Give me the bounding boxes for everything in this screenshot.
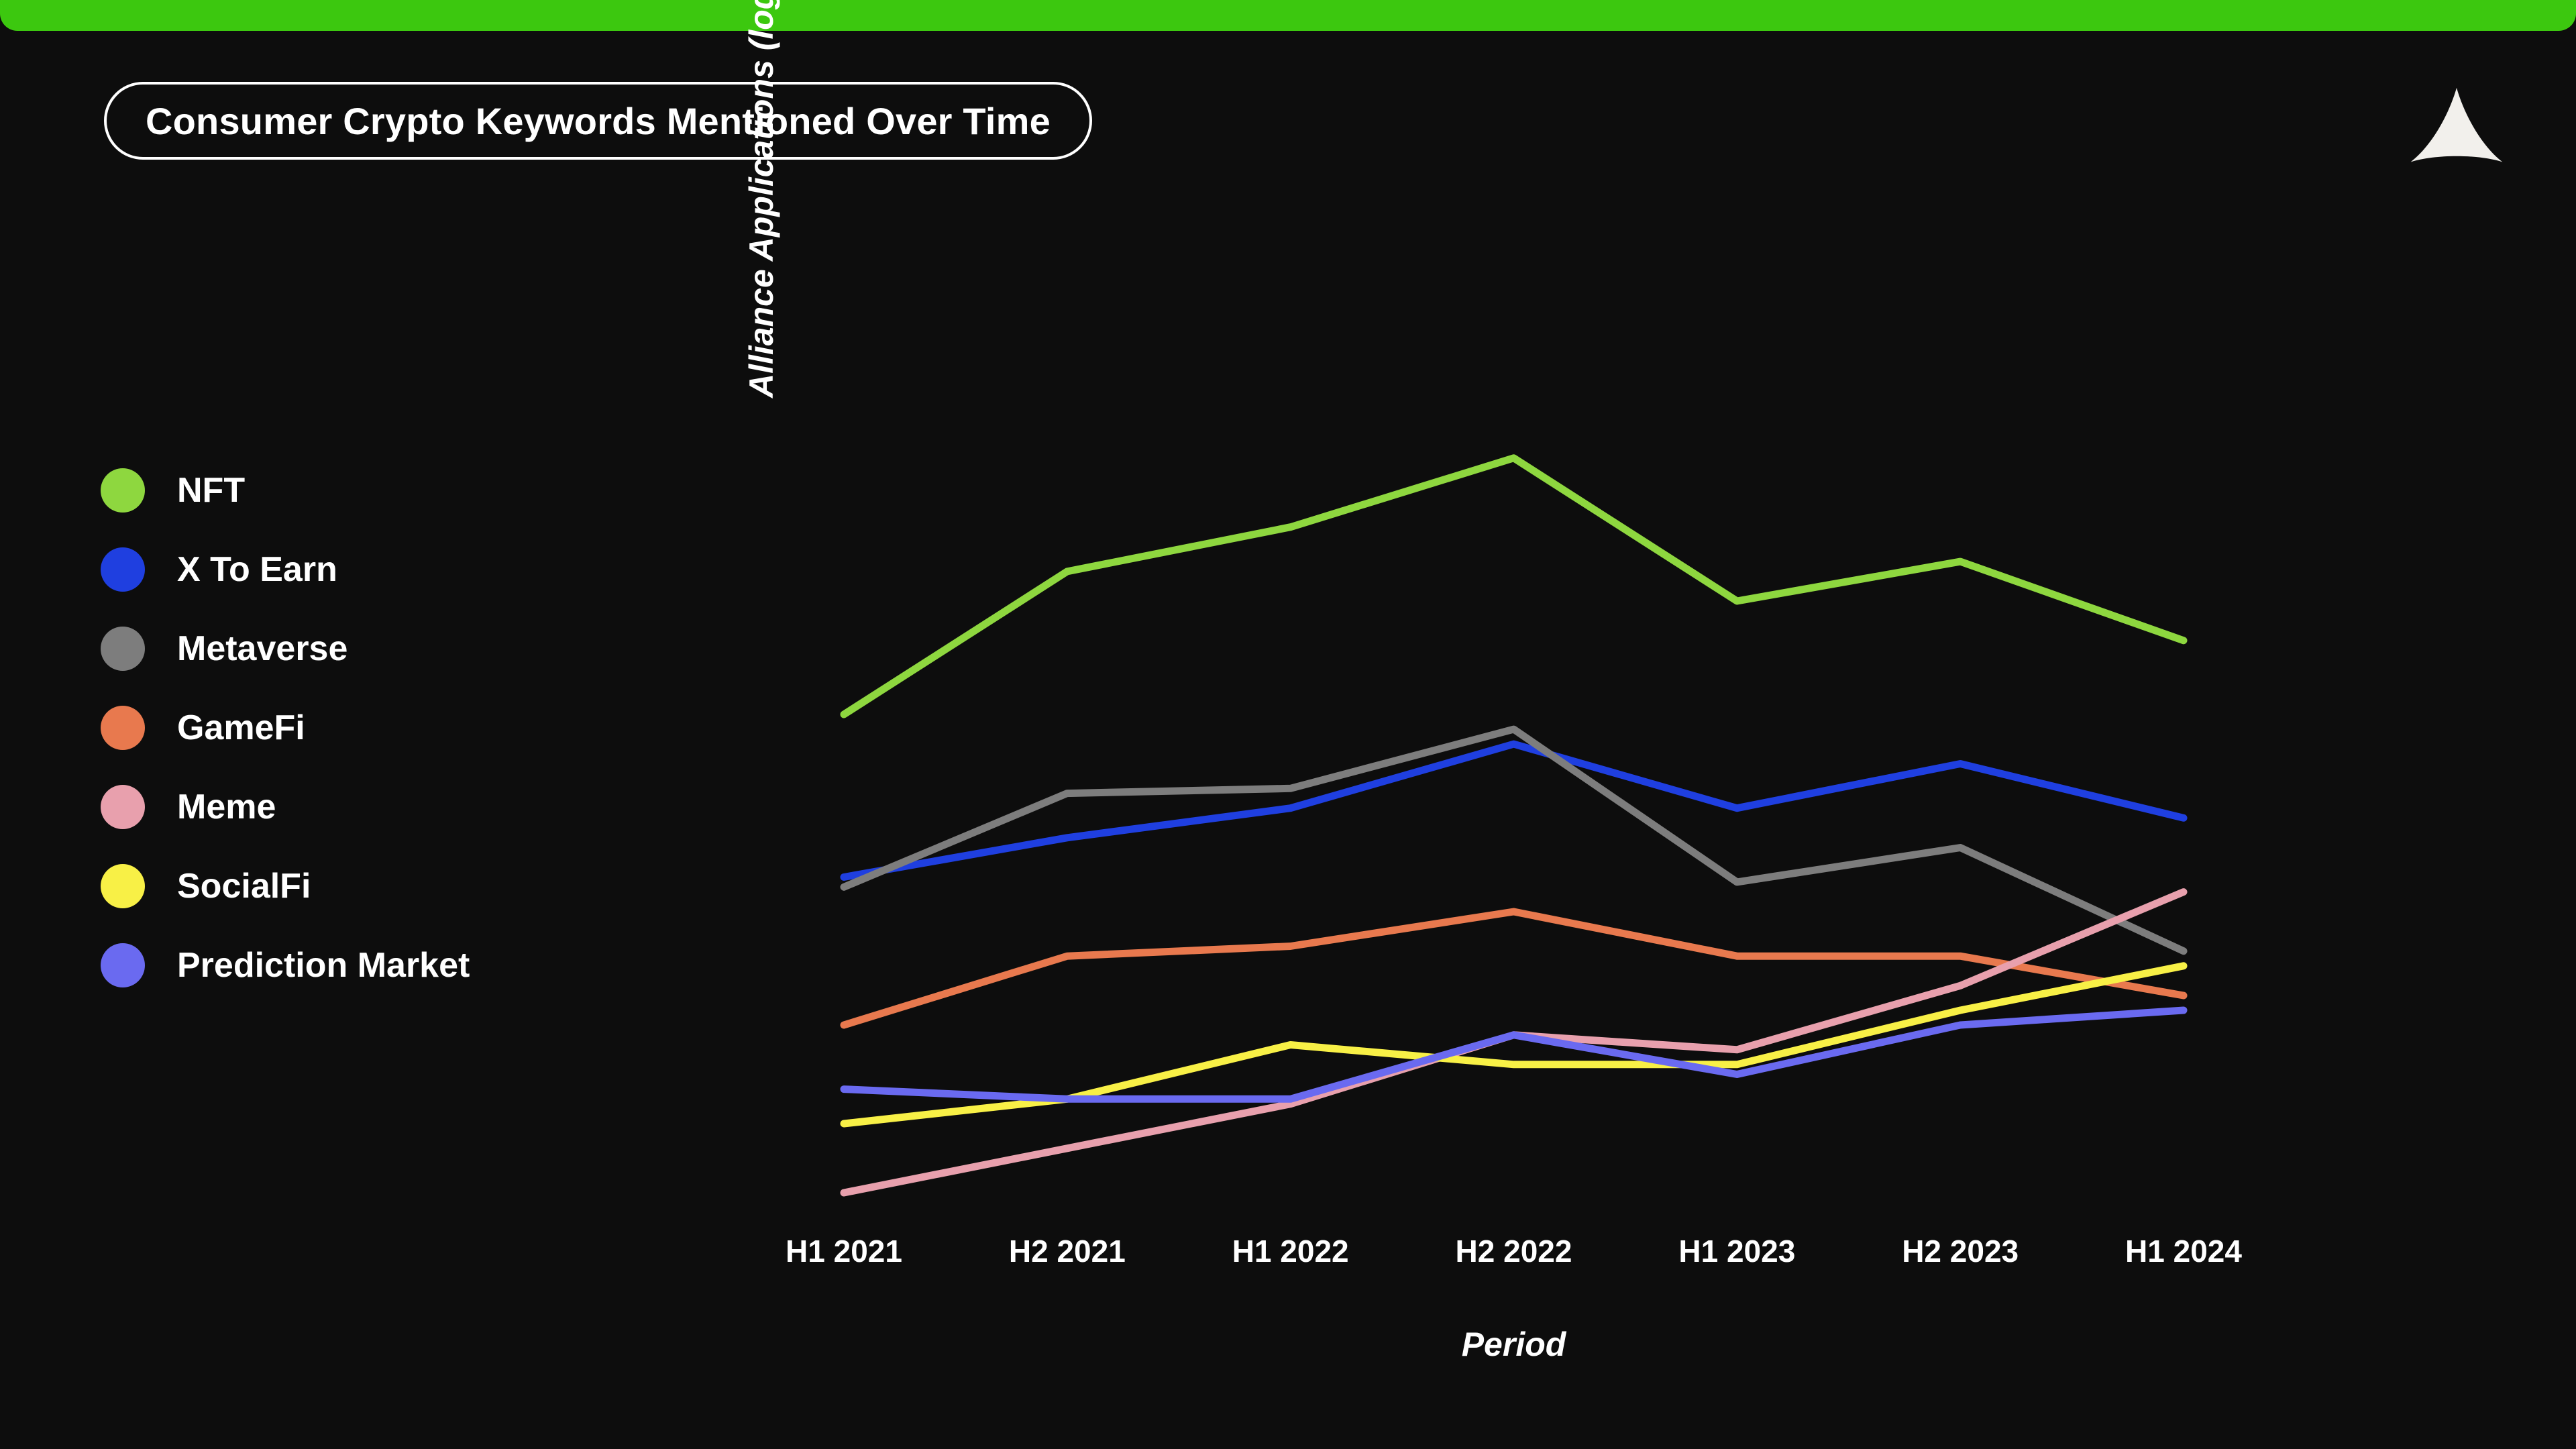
chart-canvas: Consumer Crypto Keywords Mentioned Over …	[0, 0, 2576, 1449]
y-axis-title-text: Alliance Applications (log)	[743, 0, 780, 398]
legend-item-meme[interactable]: Meme	[101, 767, 470, 847]
legend-item-nft[interactable]: NFT	[101, 451, 470, 530]
x-axis-tick-3: H2 2022	[1455, 1234, 1572, 1269]
chart-title-pill: Consumer Crypto Keywords Mentioned Over …	[104, 82, 1092, 160]
legend-item-socialfi[interactable]: SocialFi	[101, 847, 470, 926]
accent-top-bar	[0, 0, 2576, 31]
legend-label-nft: NFT	[177, 471, 246, 510]
page-title: Consumer Crypto Keywords Mentioned Over …	[146, 99, 1051, 142]
x-axis-tick-0: H1 2021	[786, 1234, 902, 1269]
x-axis-title: Period	[1461, 1326, 1566, 1363]
legend-swatch-metaverse	[101, 627, 145, 671]
legend-swatch-nft	[101, 468, 145, 513]
legend-label-prediction-market: Prediction Market	[177, 946, 470, 985]
series-line-prediction-market	[840, 1006, 2188, 1103]
series-line-metaverse	[840, 725, 2188, 955]
chart-legend: NFT X To Earn Metaverse GameFi Meme Soci…	[101, 451, 470, 1005]
x-axis-tick-6: H1 2024	[2125, 1234, 2242, 1269]
series-line-x-to-earn	[840, 740, 2188, 881]
y-axis-title: Alliance Applications (log)	[724, 0, 798, 523]
series-line-socialfi	[840, 962, 2188, 1128]
legend-swatch-x-to-earn	[101, 547, 145, 592]
legend-swatch-meme	[101, 785, 145, 829]
legend-label-metaverse: Metaverse	[177, 629, 348, 668]
x-axis-tick-4: H1 2023	[1678, 1234, 1796, 1269]
legend-label-x-to-earn: X To Earn	[177, 550, 337, 589]
legend-item-prediction-market[interactable]: Prediction Market	[101, 926, 470, 1005]
legend-label-socialfi: SocialFi	[177, 867, 311, 906]
legend-item-metaverse[interactable]: Metaverse	[101, 609, 470, 688]
x-axis-tick-1: H2 2021	[1008, 1234, 1126, 1269]
legend-label-meme: Meme	[177, 788, 276, 826]
series-line-gamefi	[840, 908, 2188, 1029]
alliance-logo-icon	[2407, 86, 2506, 172]
x-axis-tick-2: H1 2022	[1232, 1234, 1349, 1269]
legend-swatch-socialfi	[101, 864, 145, 908]
series-line-meme	[840, 888, 2188, 1197]
legend-swatch-prediction-market	[101, 943, 145, 987]
legend-swatch-gamefi	[101, 706, 145, 750]
legend-label-gamefi: GameFi	[177, 708, 305, 747]
series-line-nft	[840, 454, 2188, 718]
legend-item-x-to-earn[interactable]: X To Earn	[101, 530, 470, 609]
legend-item-gamefi[interactable]: GameFi	[101, 688, 470, 767]
x-axis-tick-5: H2 2023	[1902, 1234, 2019, 1269]
